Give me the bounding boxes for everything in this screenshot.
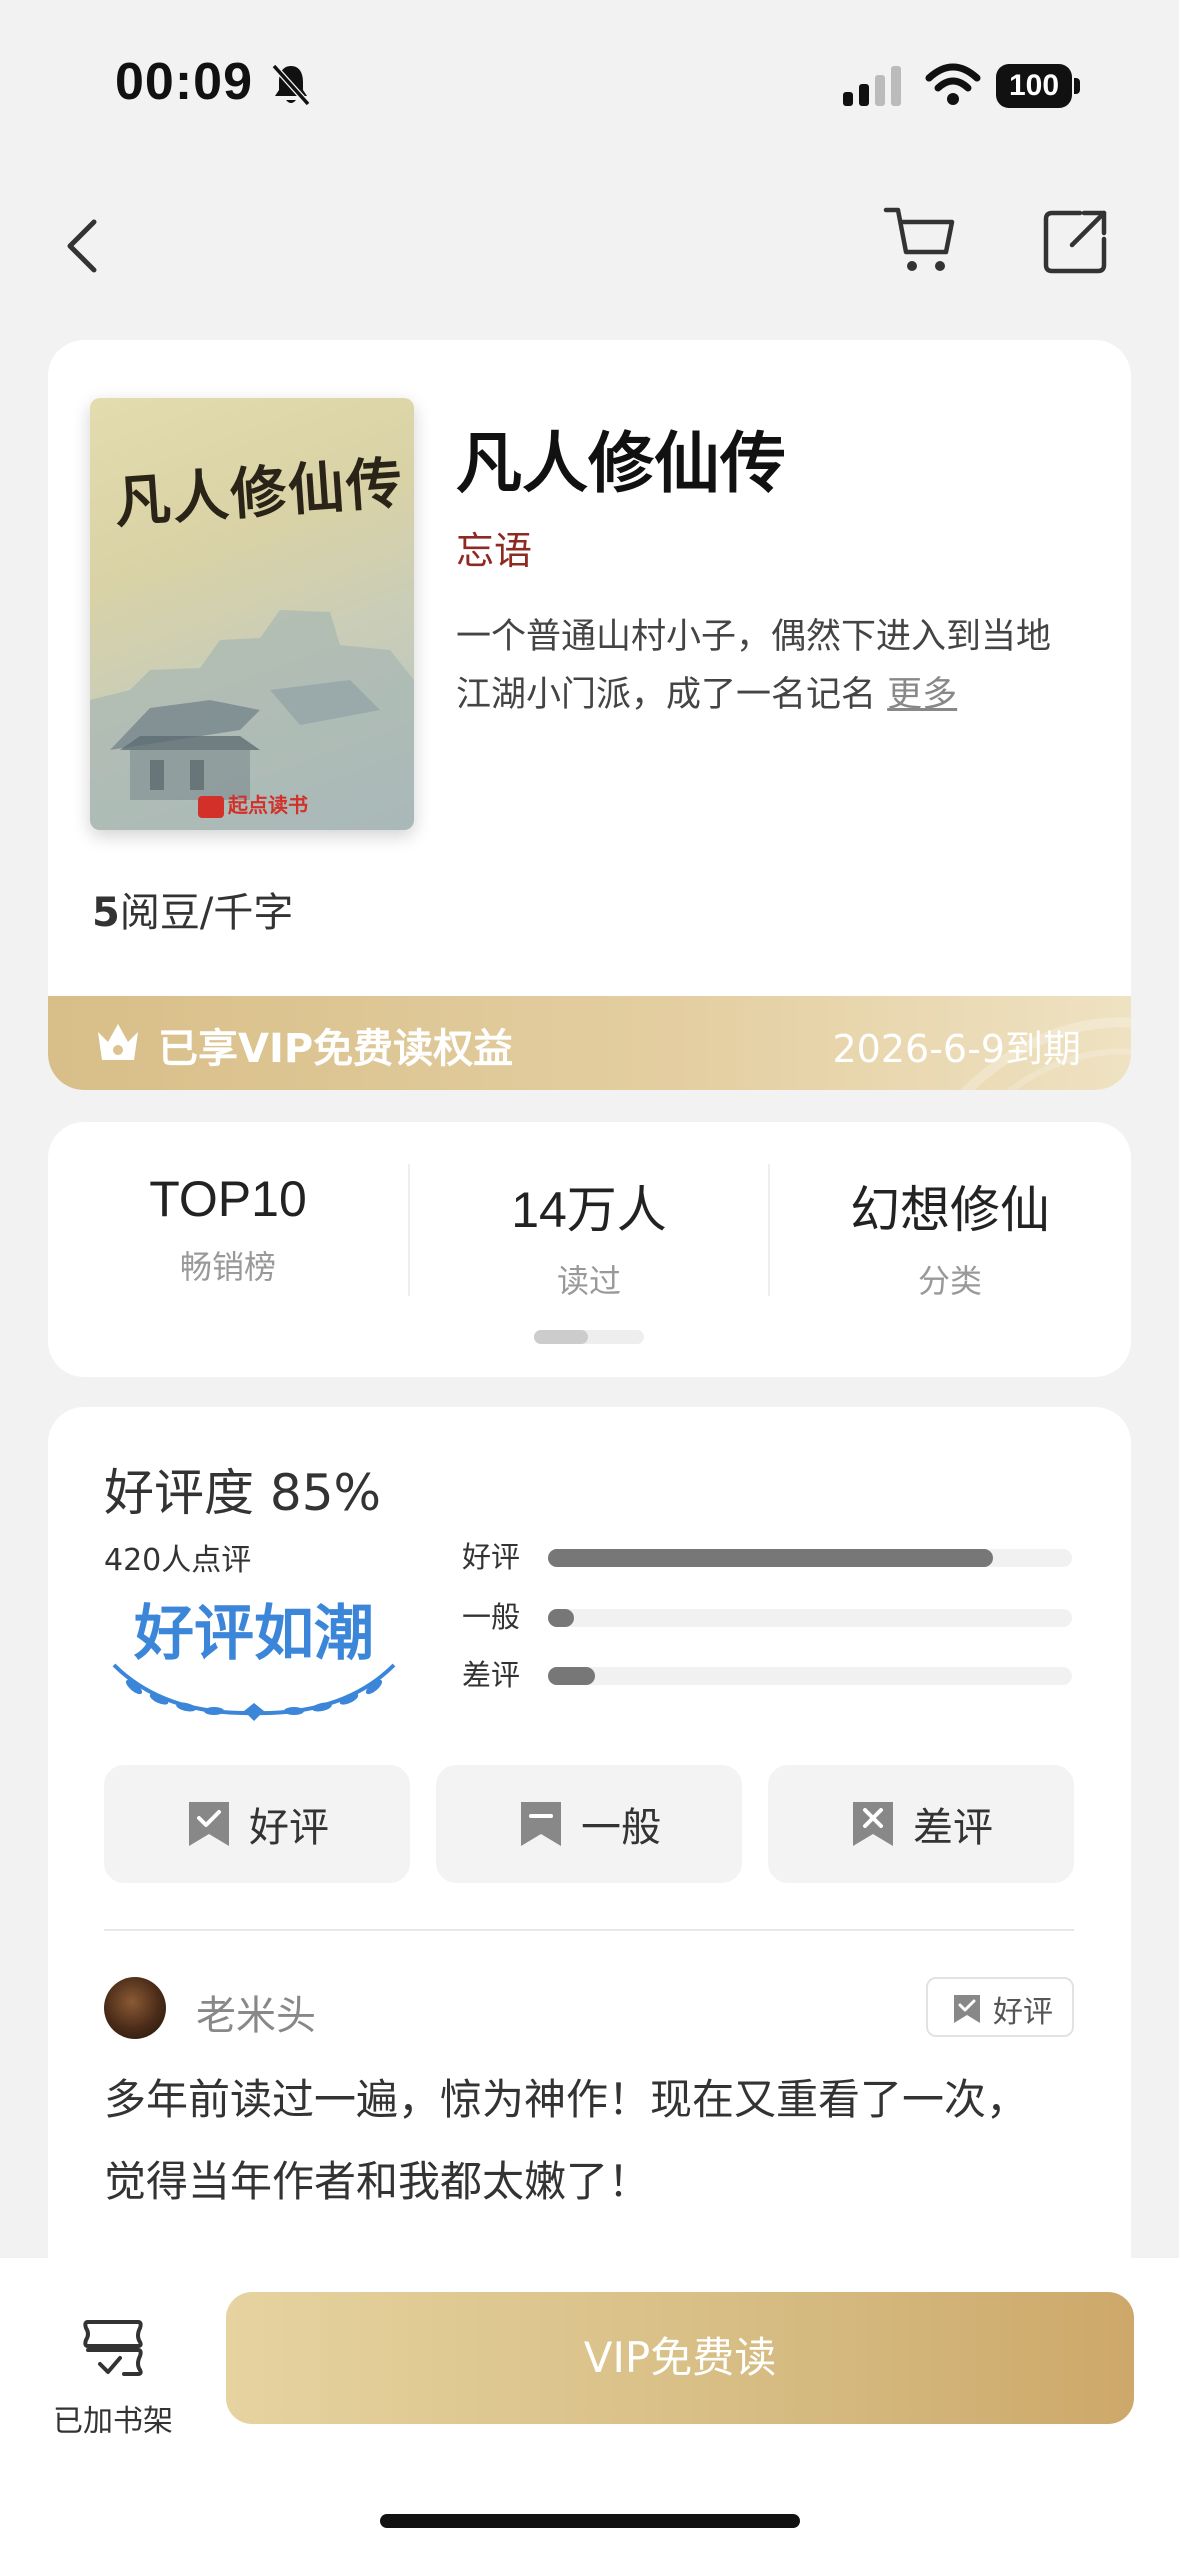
laurel-icon [112,1663,396,1721]
review-text: 多年前读过一遍，惊为神作！现在又重看了一次，觉得当年作者和我都太嫩了！ [104,2075,1029,2206]
review-tag-label: 好评 [993,1995,1053,2030]
rating-bar-label: 一般 [462,1600,521,1634]
rating-bar-bad: 差评 [462,1655,1082,1695]
status-time: 00:09 [115,53,253,111]
cover-title: 凡人修仙传 [112,449,407,537]
vip-benefit-text: 已享VIP免费读权益 [158,1026,514,1072]
share-icon[interactable] [1040,205,1112,277]
vip-read-button-label: VIP免费读 [583,2333,777,2382]
bookshelf-check-icon[interactable] [78,2314,148,2384]
cover-art [90,610,414,830]
book-info-card: 凡人修仙传 起点读书 凡人修仙传 忘语 一个普通山村小子，偶然下进入到当地江湖小… [48,340,1131,1090]
rating-bar-good: 好评 [462,1537,1082,1577]
rating-bar-label: 差评 [462,1658,521,1692]
rating-bar-fill [548,1609,575,1627]
rating-bar-fill [548,1667,596,1685]
back-arrow-icon[interactable] [52,210,112,282]
crown-icon [98,1024,138,1060]
battery-level: 100 [1008,69,1060,102]
book-author[interactable]: 忘语 [456,520,532,575]
price: 5阅豆/千字 [92,890,294,936]
avatar[interactable] [104,1977,166,2039]
vote-neutral-button[interactable]: 一般 [436,1765,742,1883]
stats-card: TOP10 畅销榜 14万人 读过 幻想修仙 分类 [48,1122,1131,1377]
vote-bad-button[interactable]: 差评 [768,1765,1074,1883]
stat-category-value: 幻想修仙 [850,1182,1050,1238]
stat-rank-label: 畅销榜 [179,1248,276,1286]
shelf-label[interactable]: 已加书架 [48,2396,178,2440]
bookmark-x-icon [853,1802,893,1846]
rating-bar-fill [548,1549,994,1567]
cover-brand: 起点读书 [198,789,308,818]
stat-readers-value: 14万人 [511,1182,667,1238]
book-description: 一个普通山村小子，偶然下进入到当地江湖小门派，成了一名记名 更多 [456,617,1052,715]
book-cover[interactable]: 凡人修仙传 起点读书 [90,398,414,830]
stat-category-label: 分类 [917,1262,982,1300]
page-indicator [534,1330,644,1344]
stat-category[interactable]: 幻想修仙 分类 [770,1170,1130,1302]
vote-bad-label: 差评 [913,1805,993,1851]
stat-readers-label: 读过 [556,1262,621,1300]
rating-bar-label: 好评 [462,1540,521,1574]
stat-readers[interactable]: 14万人 读过 [409,1170,769,1302]
reviewer-name[interactable]: 老米头 [196,1983,316,2041]
book-title: 凡人修仙传 [456,424,786,502]
rating-badge: 好评如潮 [104,1585,404,1721]
vote-good-button[interactable]: 好评 [104,1765,410,1883]
vote-neutral-label: 一般 [581,1805,661,1851]
cellular-signal-icon [843,66,901,106]
battery-indicator: 100 [996,64,1080,108]
cart-icon[interactable] [880,200,960,280]
more-link[interactable]: 更多 [887,675,957,715]
bookmark-icon [521,1802,561,1846]
bookmark-check-icon [189,1802,229,1846]
vip-banner[interactable]: 已享VIP免费读权益 2026-6-9到期 [48,996,1131,1090]
divider [104,1929,1074,1931]
vip-read-button[interactable]: VIP免费读 [226,2292,1134,2424]
wifi-icon [925,63,981,105]
review-tag: 好评 [926,1977,1074,2037]
home-indicator[interactable] [380,2514,800,2528]
vote-good-label: 好评 [249,1805,329,1851]
rating-title: 好评度 85% [104,1464,382,1522]
review-count: 420人点评 [104,1543,252,1578]
vip-expire-date: 2026-6-9到期 [832,1027,1082,1071]
stat-rank[interactable]: TOP10 畅销榜 [48,1170,408,1288]
bookmark-check-icon [954,1995,980,2023]
status-bar: 00:09 100 [0,0,1179,150]
bottom-action-bar: 已加书架 VIP免费读 [0,2258,1179,2556]
bell-muted-icon [271,63,311,107]
rating-bar-neutral: 一般 [462,1597,1082,1637]
stat-rank-value: TOP10 [149,1171,307,1227]
